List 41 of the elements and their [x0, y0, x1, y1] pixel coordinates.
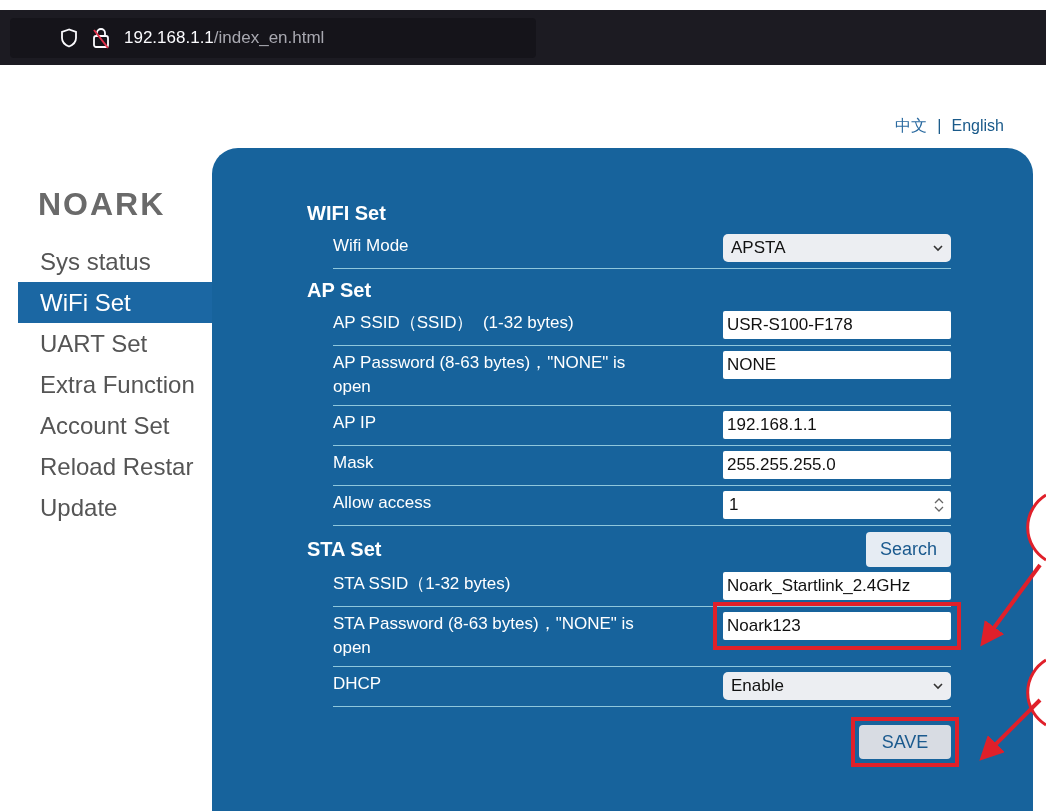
dropdown[interactable]: APSTA: [723, 234, 951, 262]
input-field[interactable]: 255.255.255.0: [723, 451, 951, 479]
field-label: AP SSID（SSID） (1-32 bytes): [333, 312, 575, 334]
input-field[interactable]: NONE: [723, 351, 951, 379]
logo: NOARK: [38, 186, 166, 223]
chevron-down-icon: [933, 244, 943, 252]
address-bar[interactable]: 192.168.1.1/index_en.html: [10, 17, 536, 58]
sidebar-item[interactable]: Update: [18, 487, 212, 528]
section-title: WIFI Set: [307, 201, 386, 226]
input-field[interactable]: Noark123: [723, 612, 951, 640]
field-label: AP Password (8-63 bytes)，"NONE" is open: [333, 352, 627, 398]
shield-icon: [60, 27, 78, 48]
section-title: STA Set: [307, 537, 382, 562]
language-link[interactable]: 中文: [895, 115, 928, 137]
input-field[interactable]: USR-S100-F178: [723, 311, 951, 339]
section-title: AP Set: [307, 278, 372, 303]
annotation-arrow: [979, 698, 1042, 761]
insecure-lock-icon: [92, 26, 110, 49]
sidebar-item[interactable]: Reload Restar: [18, 446, 212, 487]
chevron-down-icon: [933, 682, 943, 690]
field-label: STA SSID（1-32 bytes): [333, 573, 512, 595]
sidebar-item[interactable]: Account Set: [18, 405, 212, 446]
field-label: AP IP: [333, 412, 378, 434]
number-field[interactable]: 1: [723, 491, 951, 519]
language-link[interactable]: English: [951, 117, 1004, 135]
sidebar-item[interactable]: WiFi Set: [18, 282, 212, 323]
sidebar-item[interactable]: Extra Function: [18, 364, 212, 405]
field-label: DHCP: [333, 673, 383, 695]
separator-text: |: [937, 117, 942, 135]
input-field[interactable]: 192.168.1.1: [723, 411, 951, 439]
search-button[interactable]: Search: [865, 532, 951, 567]
field-label: STA Password (8-63 bytes)，"NONE" is open: [333, 613, 635, 659]
save-button[interactable]: SAVE: [859, 725, 951, 759]
input-field[interactable]: Noark_Startlink_2.4GHz: [723, 572, 951, 600]
field-label: Mask: [333, 452, 375, 474]
url-text: 192.168.1.1/index_en.html: [124, 27, 325, 48]
field-label: Allow access: [333, 492, 433, 514]
sidebar-item[interactable]: Sys status: [18, 241, 212, 282]
dropdown[interactable]: Enable: [723, 672, 951, 700]
field-label: Wifi Mode: [333, 235, 410, 257]
sidebar-item[interactable]: UART Set: [18, 323, 212, 364]
